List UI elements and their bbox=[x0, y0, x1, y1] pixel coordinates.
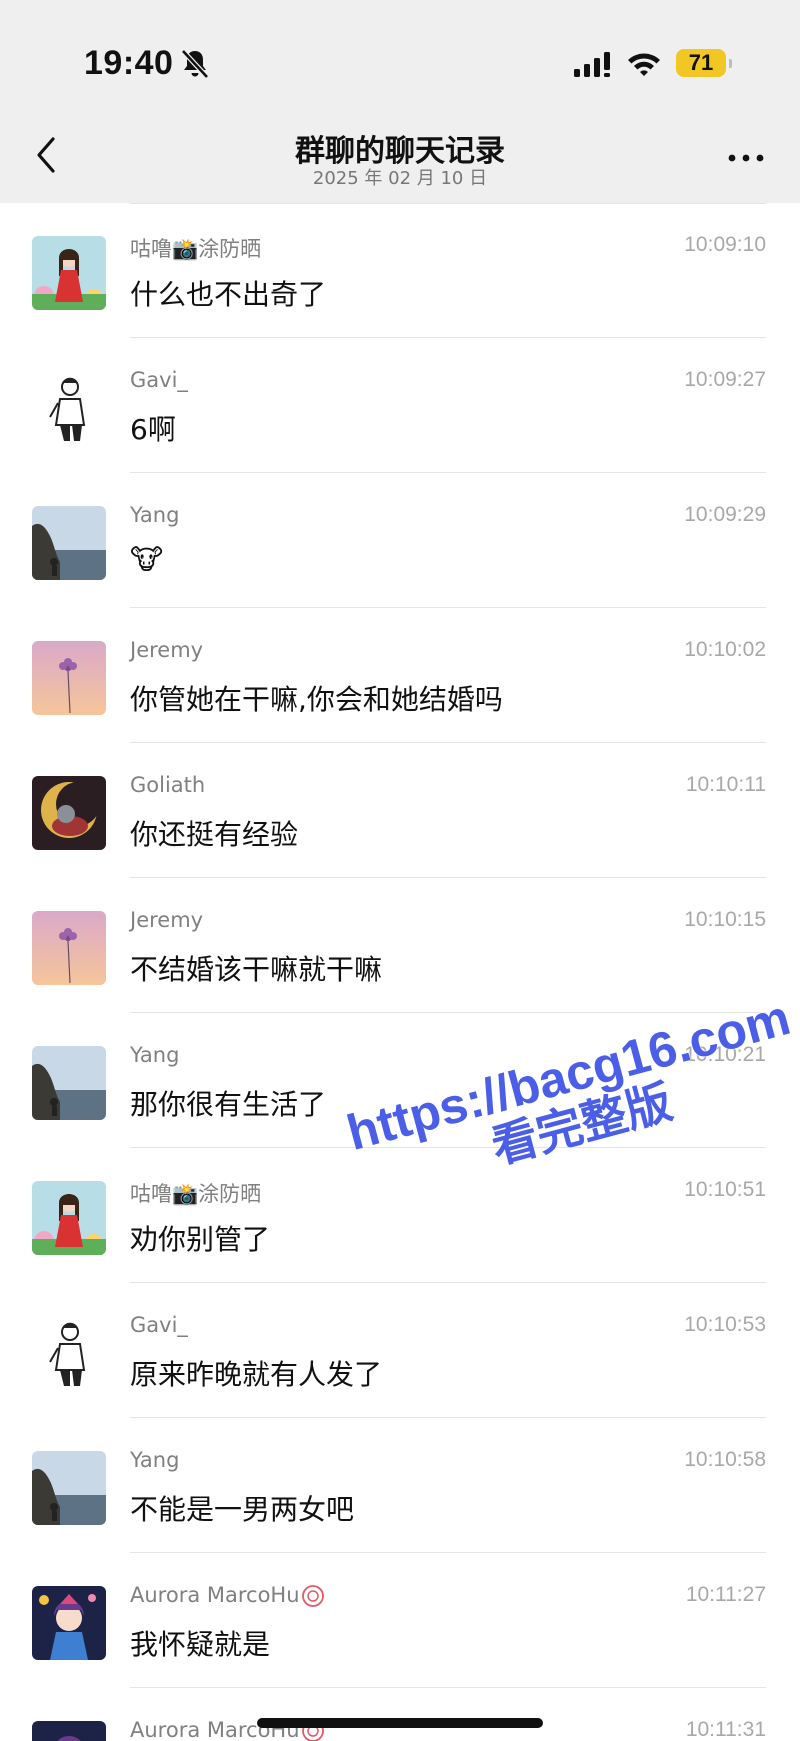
sender-name: Jeremy bbox=[130, 638, 204, 662]
message-text: 不结婚该干嘛就干嘛 bbox=[130, 953, 383, 986]
message-item[interactable]: Goliath 10:10:11 你还挺有经验 bbox=[0, 743, 800, 878]
message-time: 10:10:53 bbox=[684, 1313, 766, 1336]
sender-name: Yang bbox=[130, 1043, 180, 1067]
message-time: 10:09:29 bbox=[684, 503, 766, 526]
message-time: 10:09:10 bbox=[684, 233, 766, 256]
avatar[interactable] bbox=[32, 1181, 106, 1255]
avatar[interactable] bbox=[32, 1046, 106, 1120]
message-list[interactable]: 咕噜📸涂防晒 10:09:10 什么也不出奇了 Gavi_ 10:09:27 6… bbox=[0, 203, 800, 1741]
message-time: 10:10:58 bbox=[684, 1448, 766, 1471]
message-item[interactable]: Gavi_ 10:10:53 原来昨晚就有人发了 bbox=[0, 1283, 800, 1418]
sender-name: 咕噜📸涂防晒 bbox=[130, 1182, 262, 1206]
avatar[interactable] bbox=[32, 1721, 106, 1741]
avatar[interactable] bbox=[32, 1451, 106, 1525]
sender-name: Goliath bbox=[130, 773, 206, 797]
message-item[interactable]: Aurora MarcoHu 10:11:27 我怀疑就是 bbox=[0, 1553, 800, 1688]
message-text: 你管她在干嘛,你会和她结婚吗 bbox=[130, 683, 503, 716]
message-text: 劝你别管了 bbox=[130, 1223, 271, 1256]
header-area: 19:40 71 群聊的聊天记录 2025 年 02 月 10 日 bbox=[0, 0, 800, 203]
message-text: 什么也不出奇了 bbox=[130, 278, 327, 311]
page-subtitle: 2025 年 02 月 10 日 bbox=[312, 168, 488, 189]
message-text: 你还挺有经验 bbox=[130, 818, 299, 851]
sender-name: Yang bbox=[130, 503, 180, 527]
sender-name: Gavi_ bbox=[130, 368, 188, 392]
avatar[interactable] bbox=[32, 776, 106, 850]
status-time: 19:40 bbox=[84, 44, 174, 82]
sender-name: Yang bbox=[130, 1448, 180, 1472]
message-item[interactable]: 咕噜📸涂防晒 10:09:10 什么也不出奇了 bbox=[0, 203, 800, 338]
message-text: 不能是一男两女吧 bbox=[130, 1493, 355, 1526]
avatar[interactable] bbox=[32, 371, 106, 445]
sender-name: Aurora MarcoHu bbox=[130, 1583, 326, 1608]
chat-history-screen: 19:40 71 群聊的聊天记录 2025 年 02 月 10 日 咕噜📸涂防晒… bbox=[0, 0, 800, 1741]
home-indicator[interactable] bbox=[257, 1718, 543, 1728]
message-time: 10:10:02 bbox=[684, 638, 766, 661]
message-item[interactable]: Jeremy 10:10:02 你管她在干嘛,你会和她结婚吗 bbox=[0, 608, 800, 743]
avatar[interactable] bbox=[32, 506, 106, 580]
sender-name: 咕噜📸涂防晒 bbox=[130, 237, 262, 261]
avatar[interactable] bbox=[32, 1316, 106, 1390]
message-item[interactable]: 咕噜📸涂防晒 10:10:51 劝你别管了 bbox=[0, 1148, 800, 1283]
bell-off-icon bbox=[181, 49, 209, 79]
message-item[interactable]: Gavi_ 10:09:27 6啊 bbox=[0, 338, 800, 473]
sender-name: Gavi_ bbox=[130, 1313, 188, 1337]
message-item[interactable]: Yang 10:10:58 不能是一男两女吧 bbox=[0, 1418, 800, 1553]
sender-name: Jeremy bbox=[130, 908, 204, 932]
sender-name-text: Aurora MarcoHu bbox=[130, 1583, 300, 1607]
message-time: 10:10:15 bbox=[684, 908, 766, 931]
message-time: 10:11:31 bbox=[685, 1718, 766, 1741]
message-text: 我怀疑就是 bbox=[130, 1628, 271, 1661]
avatar[interactable] bbox=[32, 641, 106, 715]
message-text: 那你很有生活了 bbox=[130, 1088, 327, 1121]
message-text: 🐮 bbox=[130, 543, 164, 576]
more-dots-icon bbox=[728, 154, 764, 162]
message-time: 10:11:27 bbox=[685, 1583, 766, 1606]
message-time: 10:10:51 bbox=[684, 1178, 766, 1201]
message-item[interactable]: Jeremy 10:10:15 不结婚该干嘛就干嘛 bbox=[0, 878, 800, 1013]
avatar[interactable] bbox=[32, 911, 106, 985]
flower-badge-icon bbox=[301, 1585, 324, 1607]
message-text: 6啊 bbox=[130, 413, 176, 446]
battery-indicator: 71 bbox=[676, 49, 732, 77]
wifi-icon bbox=[628, 53, 660, 76]
more-button[interactable] bbox=[722, 140, 770, 176]
message-item[interactable]: Yang 10:10:21 那你很有生活了 bbox=[0, 1013, 800, 1148]
message-time: 10:09:27 bbox=[684, 368, 766, 391]
avatar[interactable] bbox=[32, 1586, 106, 1660]
signal-icon bbox=[574, 52, 610, 77]
message-text: 原来昨晚就有人发了 bbox=[130, 1358, 383, 1391]
message-item[interactable]: Yang 10:09:29 🐮 bbox=[0, 473, 800, 608]
message-time: 10:10:11 bbox=[685, 773, 766, 796]
avatar[interactable] bbox=[32, 236, 106, 310]
message-time: 10:10:21 bbox=[684, 1043, 766, 1066]
message-item[interactable]: Aurora MarcoHu 10:11:31 bbox=[0, 1688, 800, 1741]
